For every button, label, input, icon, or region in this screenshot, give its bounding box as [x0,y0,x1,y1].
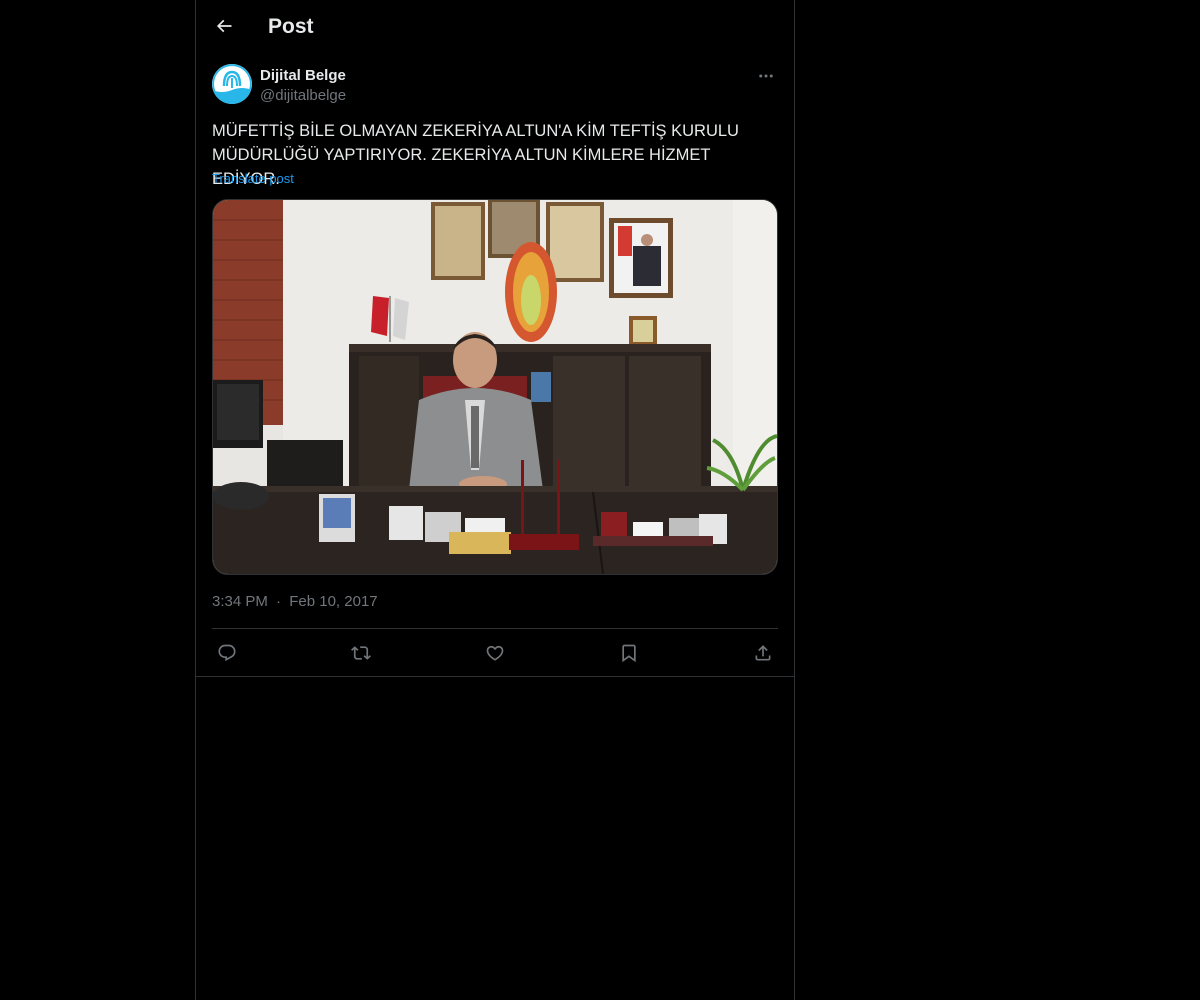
post-image[interactable] [212,199,778,575]
repost-icon [351,646,371,660]
post-date[interactable]: Feb 10, 2017 [289,593,377,610]
post-actions-bar [212,638,778,668]
share-button[interactable] [748,638,778,668]
bookmark-icon [622,644,636,663]
like-button[interactable] [480,638,510,668]
logo-avatar-icon [212,64,252,104]
share-icon [755,645,771,661]
timestamp-separator: · [276,593,282,610]
reply-button[interactable] [212,638,242,668]
bookmark-button[interactable] [614,638,644,668]
actions-divider [212,628,778,629]
display-name[interactable]: Dijital Belge [260,66,346,86]
more-dots-icon [759,74,773,78]
author-row: Dijital Belge @dijitalbelge [212,64,778,108]
reply-icon [218,644,236,662]
avatar[interactable] [212,64,252,104]
post-header: Post [196,0,794,53]
post-bottom-divider [196,676,794,677]
page-title: Post [268,15,314,38]
user-handle[interactable]: @dijitalbelge [260,86,346,106]
arrow-left-icon [216,19,232,33]
post-time[interactable]: 3:34 PM [212,593,268,610]
post-text: MÜFETTİŞ BİLE OLMAYAN ZEKERİYA ALTUN'A K… [212,122,739,188]
more-options-button[interactable] [754,64,778,88]
post-timestamp: 3:34 PM · Feb 10, 2017 [212,592,378,612]
back-button[interactable] [208,10,240,42]
heart-icon [486,645,504,661]
repost-button[interactable] [346,638,376,668]
post-column: Post Dijital Belge @dijitalbelge MÜFETTİ… [195,0,795,1000]
translate-post-link[interactable]: Translate post [212,170,294,188]
office-photo-image [213,200,777,574]
